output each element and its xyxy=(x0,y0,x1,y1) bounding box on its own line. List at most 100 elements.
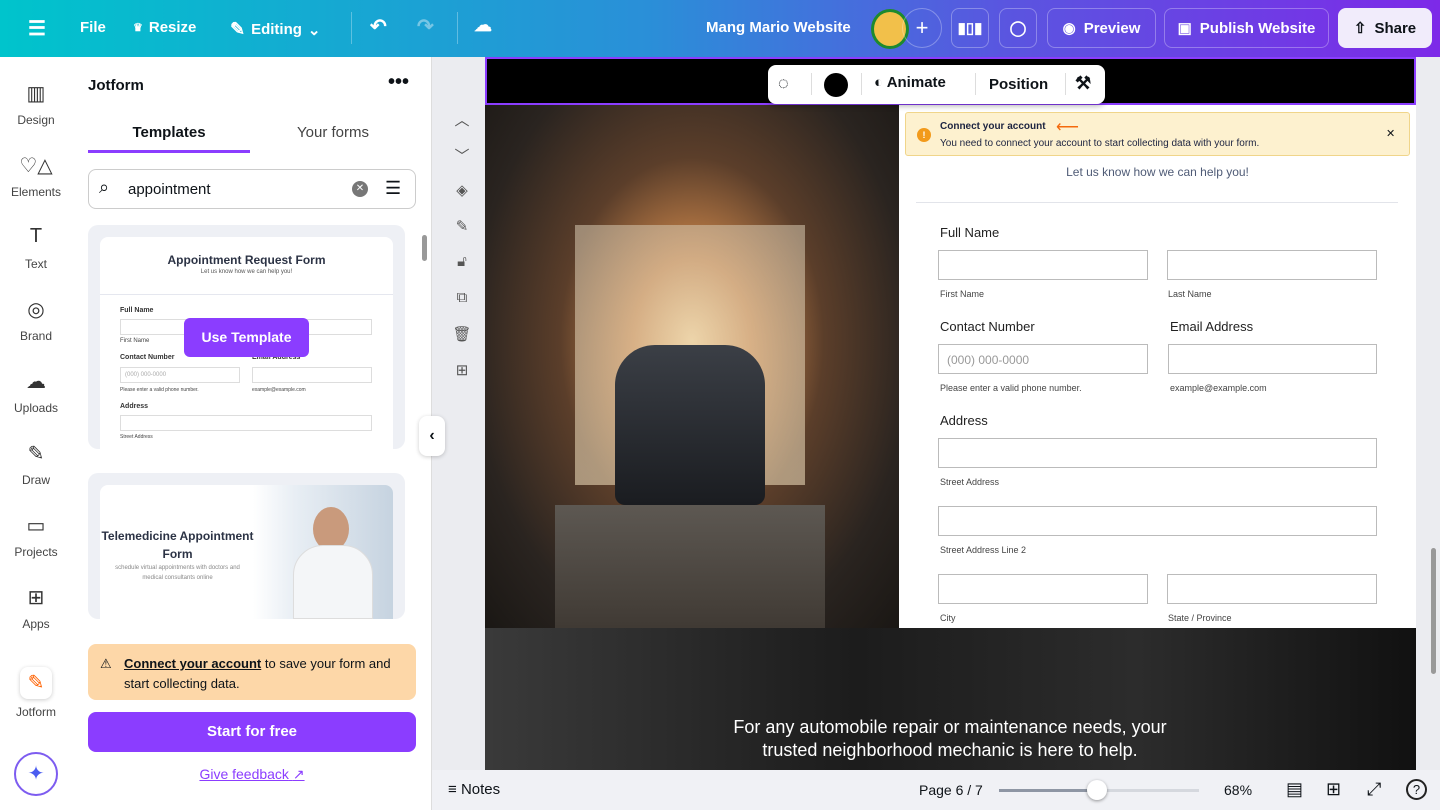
resize-label: Resize xyxy=(148,19,197,36)
label: Address xyxy=(120,403,149,410)
rail-draw[interactable]: ✎ Draw xyxy=(0,441,72,487)
garage-car-image[interactable] xyxy=(485,105,899,628)
rail-apps[interactable]: ⊞ Apps xyxy=(0,585,72,631)
color-swatch[interactable] xyxy=(824,73,848,97)
notes-icon[interactable]: ✎ xyxy=(450,217,474,235)
hint: First Name xyxy=(120,338,150,344)
editing-dropdown[interactable]: ✎ Editing ⌄ xyxy=(230,19,321,40)
street-address-input[interactable] xyxy=(938,438,1377,468)
preview-button[interactable]: ◉ Preview xyxy=(1047,8,1156,48)
street-hint: Street Address xyxy=(940,477,1000,487)
page-view-icon[interactable]: ▤ xyxy=(1286,779,1303,800)
publish-label: Publish Website xyxy=(1199,19,1316,37)
street-address-2-input[interactable] xyxy=(938,506,1377,536)
last-name-input[interactable] xyxy=(1167,250,1377,280)
footer-band[interactable]: For any automobile repair or maintenance… xyxy=(485,628,1416,770)
close-icon[interactable]: ✕ xyxy=(1386,127,1395,140)
clear-icon[interactable]: ✕ xyxy=(352,181,368,197)
analytics-button[interactable]: ▮▯▮ xyxy=(951,8,989,48)
publish-website-button[interactable]: ▣ Publish Website xyxy=(1164,8,1329,48)
template-subtitle: schedule virtual appointments with docto… xyxy=(115,565,240,581)
search-value: appointment xyxy=(128,181,211,198)
design-page: ! Connect your account You need to conne… xyxy=(485,57,1416,770)
grid-view-icon[interactable]: ⊞ xyxy=(1326,779,1341,800)
zoom-level[interactable]: 68% xyxy=(1224,782,1252,798)
template-title: Telemedicine Appointment Form xyxy=(101,529,254,561)
rail-text[interactable]: T Text xyxy=(0,225,72,271)
field xyxy=(120,415,372,431)
email-hint: example@example.com xyxy=(1170,383,1267,393)
preview-label: Preview xyxy=(1083,19,1141,37)
duplicate-icon[interactable]: ⧉ xyxy=(450,289,474,306)
design-title[interactable]: Mang Mario Website xyxy=(706,19,851,36)
rail-label: Jotform xyxy=(15,705,56,719)
apps-icon: ⊞ xyxy=(27,587,45,609)
rail-uploads[interactable]: ☁ Uploads xyxy=(0,369,72,415)
rail-elements[interactable]: ♡△ Elements xyxy=(0,153,72,199)
fullscreen-icon[interactable]: ⤢ xyxy=(1367,779,1381,800)
animate-button[interactable]: ◐ Animate xyxy=(874,74,946,91)
rail-jotform[interactable]: ✎ Jotform xyxy=(0,667,72,719)
give-feedback-link[interactable]: Give feedback ↗ xyxy=(72,766,432,783)
start-for-free-button[interactable]: Start for free xyxy=(88,712,416,752)
template-card-appointment-request[interactable]: Appointment Request Form Let us know how… xyxy=(88,225,405,449)
filter-icon[interactable]: ☰ xyxy=(385,178,401,199)
phone-input[interactable]: (000) 000-0000 xyxy=(938,344,1148,374)
add-page-icon[interactable]: ⊞ xyxy=(450,361,474,379)
zoom-slider[interactable] xyxy=(999,780,1199,800)
chevron-down-icon: ⌄ xyxy=(307,21,321,39)
position-button[interactable]: Position xyxy=(989,76,1048,93)
text-icon: T xyxy=(29,225,43,247)
divider xyxy=(457,12,458,44)
connect-notice: ⚠ Connect your account to save your form… xyxy=(88,644,416,700)
panel-scrollbar[interactable] xyxy=(422,235,427,261)
search-icon: ⌕ xyxy=(99,177,110,197)
share-icon: ⇧ xyxy=(1353,20,1367,37)
search-input[interactable]: ⌕ appointment ✕ ☰ xyxy=(88,169,416,209)
lock-icon[interactable]: 🔓︎ xyxy=(450,253,474,270)
canvas-scrollbar[interactable] xyxy=(1431,548,1436,674)
rail-label: Projects xyxy=(14,545,58,559)
notes-label: Notes xyxy=(460,781,501,798)
last-name-hint: Last Name xyxy=(1168,289,1212,299)
first-name-input[interactable] xyxy=(938,250,1148,280)
page-indicator[interactable]: Page 6 / 7 xyxy=(919,782,983,798)
file-menu[interactable]: File xyxy=(80,19,106,36)
share-button[interactable]: ⇧ Share xyxy=(1338,8,1432,48)
chevron-down-icon[interactable]: ﹀ xyxy=(450,145,474,166)
resize-button[interactable]: ♛ Resize xyxy=(133,19,196,36)
template-card-telemedicine[interactable]: Telemedicine Appointment Form schedule v… xyxy=(88,473,405,619)
comments-button[interactable]: ◯ xyxy=(999,8,1037,48)
redo-icon[interactable]: ↷ xyxy=(417,14,434,39)
help-icon[interactable]: ? xyxy=(1406,779,1427,800)
rail-design[interactable]: ▥ Design xyxy=(0,81,72,127)
full-name-label: Full Name xyxy=(940,225,1000,240)
undo-icon[interactable]: ↶ xyxy=(370,14,387,39)
hide-icon[interactable]: ◈ xyxy=(450,181,474,199)
tab-your-forms[interactable]: Your forms xyxy=(252,124,414,141)
paint-roller-icon[interactable]: ⚒ xyxy=(1075,73,1091,94)
more-options-icon[interactable]: ••• xyxy=(388,71,409,94)
magic-ai-button[interactable]: ✦ xyxy=(14,752,58,796)
notes-button[interactable]: ≡ Notes xyxy=(448,781,500,798)
add-collaborator-button[interactable]: + xyxy=(902,8,942,48)
comment-add-icon[interactable]: ◌ xyxy=(778,73,789,94)
comment-icon: ◯ xyxy=(1009,20,1027,37)
rail-brand[interactable]: ◎ Brand xyxy=(0,297,72,343)
elements-icon: ♡△ xyxy=(19,155,53,177)
tab-templates[interactable]: Templates xyxy=(88,124,250,153)
state-input[interactable] xyxy=(1167,574,1377,604)
city-input[interactable] xyxy=(938,574,1148,604)
zoom-slider-handle[interactable] xyxy=(1087,780,1107,800)
collapse-panel-button[interactable]: ‹ xyxy=(419,416,445,456)
jotform-embed: ! Connect your account You need to conne… xyxy=(899,105,1416,628)
connect-account-link[interactable]: Connect your account xyxy=(124,656,261,671)
trash-icon[interactable]: 🗑︎ xyxy=(450,325,474,343)
rail-projects[interactable]: ▭ Projects xyxy=(0,513,72,559)
email-input[interactable] xyxy=(1168,344,1377,374)
use-template-button[interactable]: Use Template xyxy=(184,318,309,357)
menu-icon[interactable]: ☰ xyxy=(28,16,46,41)
city-hint: City xyxy=(940,613,956,623)
external-link-icon: ↗ xyxy=(292,766,305,782)
chevron-up-icon[interactable]: ︿ xyxy=(450,109,474,130)
